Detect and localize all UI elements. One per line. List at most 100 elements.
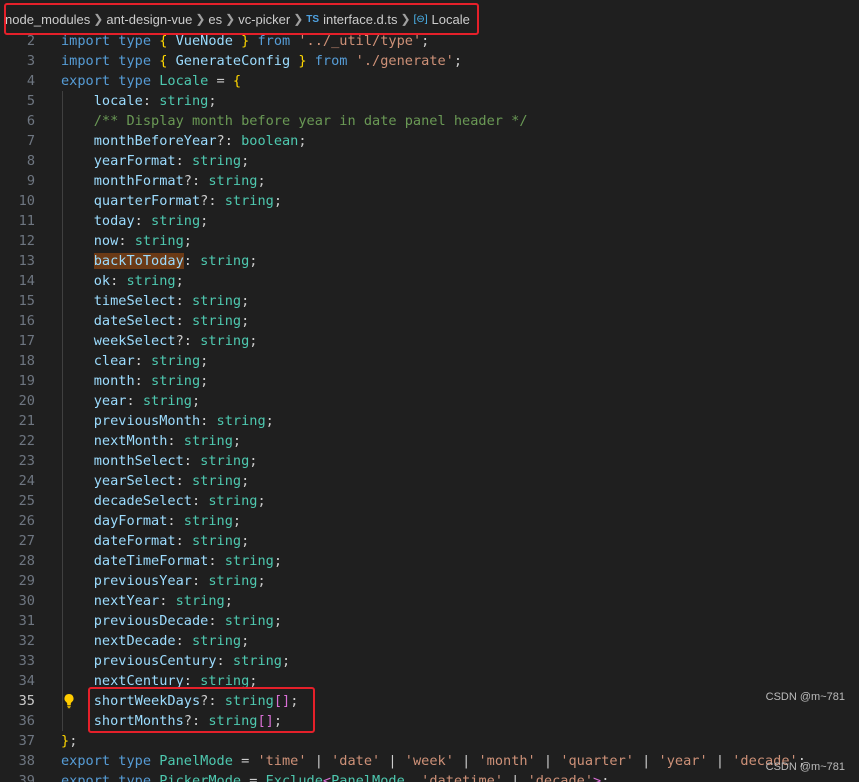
code-line[interactable]: 10 quarterFormat?: string; <box>0 191 859 211</box>
code-text: today: string; <box>61 211 209 231</box>
code-token: yearSelect <box>93 473 176 489</box>
code-token: : <box>126 393 143 409</box>
code-text: now: string; <box>61 231 192 251</box>
code-line[interactable]: 22 nextMonth: string; <box>0 431 859 451</box>
code-line[interactable]: 28 dateTimeFormat: string; <box>0 551 859 571</box>
code-token: : <box>167 433 184 449</box>
code-token: string <box>191 533 242 549</box>
code-token: year <box>93 393 127 409</box>
code-token: ?: <box>183 713 209 729</box>
code-line[interactable]: 19 month: string; <box>0 371 859 391</box>
breadcrumb-bar: node_modules ❯ ant-design-vue ❯ es ❯ vc-… <box>0 0 859 35</box>
code-line[interactable]: 23 monthSelect: string; <box>0 451 859 471</box>
breadcrumb-ant-design-vue[interactable]: ant-design-vue <box>106 12 192 27</box>
breadcrumb-file[interactable]: interface.d.ts <box>323 12 397 27</box>
breadcrumb-symbol[interactable]: Locale <box>432 12 470 27</box>
code-token: = <box>216 73 233 89</box>
code-editor[interactable]: 2 import type { VueNode } from '../_util/… <box>0 31 859 782</box>
line-number: 30 <box>18 593 35 609</box>
code-token: } <box>61 733 70 749</box>
code-line[interactable]: 2 import type { VueNode } from '../_util/… <box>0 31 859 51</box>
code-token: monthFormat <box>93 173 184 189</box>
code-line[interactable]: 12 now: string; <box>0 231 859 251</box>
code-token: string <box>151 213 201 229</box>
code-token: 'week' <box>404 753 454 769</box>
code-text: year: string; <box>61 391 200 411</box>
breadcrumb-vc-picker[interactable]: vc-picker <box>238 12 290 27</box>
code-line[interactable]: 24 yearSelect: string; <box>0 471 859 491</box>
code-token: ; <box>601 773 610 782</box>
chevron-right-icon: ❯ <box>400 12 411 26</box>
code-token: clear <box>93 353 135 369</box>
code-line[interactable]: 32 nextDecade: string; <box>0 631 859 651</box>
code-token: string <box>159 93 209 109</box>
code-text: previousMonth: string; <box>61 411 274 431</box>
code-token: , <box>404 773 422 782</box>
breadcrumb-node-modules[interactable]: node_modules <box>5 12 90 27</box>
code-token: ; <box>241 293 250 309</box>
code-token: string <box>191 153 242 169</box>
code-line[interactable]: 39 export type PickerMode = Exclude<Panel… <box>0 771 859 782</box>
code-token: Locale <box>159 73 217 89</box>
code-token: ; <box>241 313 250 329</box>
code-line[interactable]: 11 today: string; <box>0 211 859 231</box>
code-token: export <box>61 73 119 89</box>
code-line[interactable]: 8 yearFormat: string; <box>0 151 859 171</box>
code-token: : <box>134 353 152 369</box>
code-line[interactable]: 27 dateFormat: string; <box>0 531 859 551</box>
code-token: string <box>142 393 192 409</box>
line-number: 35 <box>18 693 35 709</box>
line-number: 12 <box>18 233 35 249</box>
code-line[interactable]: 13 backToToday: string; <box>0 251 859 271</box>
code-line[interactable]: 18 clear: string; <box>0 351 859 371</box>
code-token: backToToday <box>93 253 184 269</box>
code-line[interactable]: 26 dayFormat: string; <box>0 511 859 531</box>
code-line[interactable]: 34 nextCentury: string; <box>0 671 859 691</box>
code-token: ; <box>249 333 258 349</box>
code-line[interactable]: 16 dateSelect: string; <box>0 311 859 331</box>
code-line[interactable]: 36 shortMonths?: string[]; <box>0 711 859 731</box>
line-number: 17 <box>18 333 35 349</box>
code-line[interactable]: 35 shortWeekDays?: string[]; <box>0 691 859 711</box>
code-line[interactable]: 4 export type Locale = { <box>0 71 859 91</box>
breadcrumb-es[interactable]: es <box>208 12 222 27</box>
code-token: | <box>707 753 733 769</box>
code-token: import <box>61 33 119 49</box>
code-token: string <box>208 573 258 589</box>
line-number: 33 <box>18 653 35 669</box>
code-token: ?: <box>183 173 209 189</box>
code-token: 'year' <box>658 753 708 769</box>
code-token: from <box>257 33 299 49</box>
code-line[interactable]: 37}; <box>0 731 859 751</box>
code-line[interactable]: 33 previousCentury: string; <box>0 651 859 671</box>
code-token: string <box>200 453 250 469</box>
code-line[interactable]: 5 locale: string; <box>0 91 859 111</box>
code-token: : <box>175 633 192 649</box>
code-token: string <box>175 593 225 609</box>
code-line[interactable]: 15 timeSelect: string; <box>0 291 859 311</box>
line-number: 4 <box>26 73 35 89</box>
code-line[interactable]: 9 monthFormat?: string; <box>0 171 859 191</box>
code-line[interactable]: 21 previousMonth: string; <box>0 411 859 431</box>
code-line[interactable]: 7 monthBeforeYear?: boolean; <box>0 131 859 151</box>
code-token: | <box>535 753 561 769</box>
code-token: : <box>191 493 209 509</box>
code-line[interactable]: 3 import type { GenerateConfig } from './… <box>0 51 859 71</box>
code-line[interactable]: 38 export type PanelMode = 'time' | 'date… <box>0 751 859 771</box>
code-token: ; <box>257 573 266 589</box>
code-line[interactable]: 17 weekSelect?: string; <box>0 331 859 351</box>
code-line[interactable]: 14 ok: string; <box>0 271 859 291</box>
code-line[interactable]: 20 year: string; <box>0 391 859 411</box>
code-line[interactable]: 6 /** Display month before year in date … <box>0 111 859 131</box>
line-number: 8 <box>26 153 35 169</box>
code-line[interactable]: 30 nextYear: string; <box>0 591 859 611</box>
code-line[interactable]: 29 previousYear: string; <box>0 571 859 591</box>
code-token: | <box>306 753 332 769</box>
code-line[interactable]: 31 previousDecade: string; <box>0 611 859 631</box>
code-token: = <box>249 773 266 782</box>
code-line[interactable]: 25 decadeSelect: string; <box>0 491 859 511</box>
